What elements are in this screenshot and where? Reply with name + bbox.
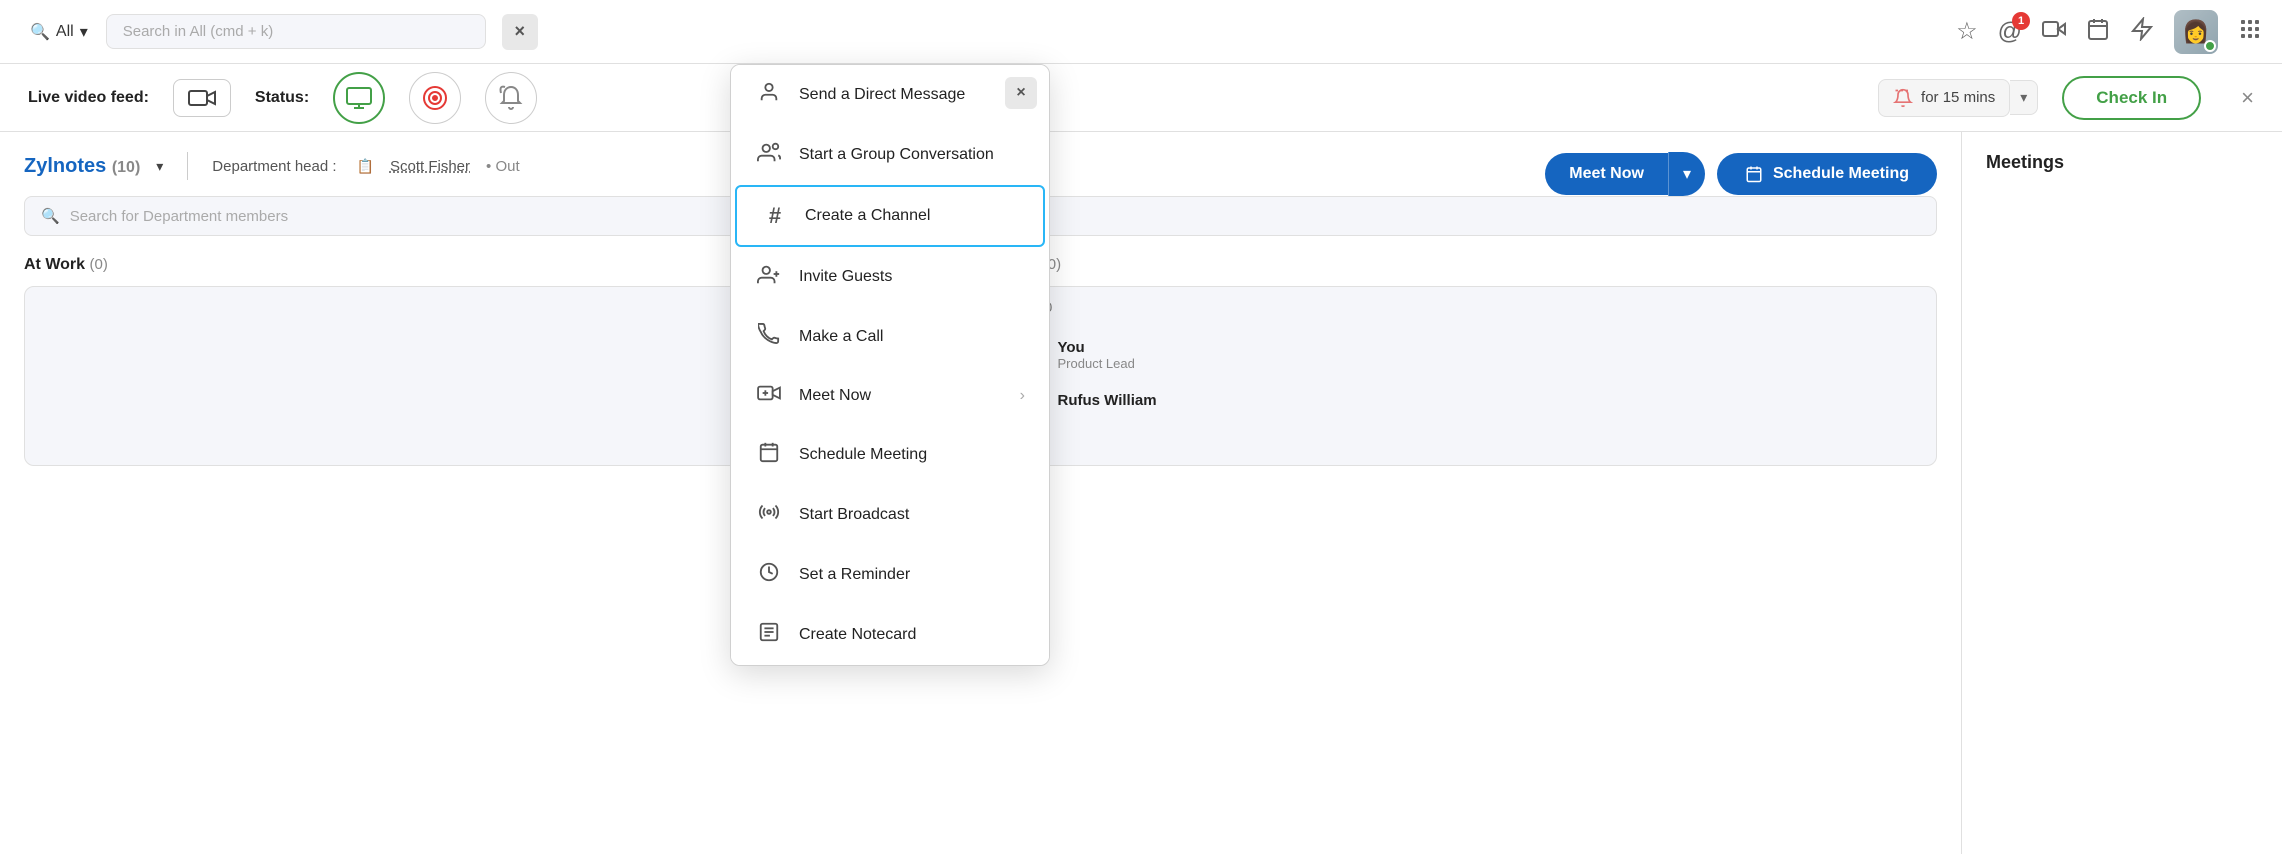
- away-section: Away (10) Out • 10 👩 You Product Lead: [989, 256, 1938, 466]
- status-monitor-button[interactable]: [333, 72, 385, 124]
- away-box: Out • 10 👩 You Product Lead: [989, 286, 1938, 466]
- dept-head-status: • Out: [486, 158, 520, 175]
- menu-item-schedule-meeting[interactable]: Schedule Meeting: [731, 425, 1049, 485]
- status-label: Status:: [255, 89, 309, 107]
- status-bell-button[interactable]: [485, 72, 537, 124]
- member-role-you: Product Lead: [1058, 356, 1925, 371]
- search-area: 🔍 All ▾ Search in All (cmd + k): [20, 14, 486, 49]
- menu-label-direct-message: Send a Direct Message: [799, 86, 965, 104]
- at-icon[interactable]: @ 1: [1998, 18, 2022, 46]
- meet-schedule-row: Meet Now ▾ Schedule Meeting: [1545, 152, 1937, 196]
- menu-label-schedule-meeting: Schedule Meeting: [799, 446, 927, 464]
- avatar-online-indicator: [2204, 40, 2216, 52]
- hash-icon: #: [761, 203, 789, 229]
- search-placeholder: Search in All (cmd + k): [123, 23, 273, 40]
- camera-icon[interactable]: [2042, 17, 2066, 47]
- notecard-icon: [755, 621, 783, 649]
- menu-item-invite-guests[interactable]: Invite Guests: [731, 247, 1049, 307]
- live-video-label: Live video feed:: [28, 89, 149, 107]
- menu-label-group-conversation: Start a Group Conversation: [799, 146, 994, 164]
- menu-label-create-channel: Create a Channel: [805, 207, 930, 225]
- dropdown-arrow-icon: ▾: [80, 22, 88, 42]
- checkin-button[interactable]: Check In: [2062, 76, 2201, 120]
- dropdown-menu: × Send a Direct Message Start a Group Co…: [730, 64, 1050, 666]
- dept-head-name[interactable]: Scott Fisher: [390, 158, 470, 175]
- menu-item-set-reminder[interactable]: Set a Reminder: [731, 545, 1049, 605]
- calendar-menu-icon: [755, 441, 783, 469]
- menu-item-start-broadcast[interactable]: Start Broadcast: [731, 485, 1049, 545]
- meet-now-arrow-icon: ›: [1020, 387, 1025, 405]
- menu-label-meet-now: Meet Now: [799, 387, 871, 405]
- video-plus-icon: [755, 383, 783, 409]
- meetings-header: Meetings: [1986, 152, 2258, 173]
- user-avatar[interactable]: 👩: [2174, 10, 2218, 54]
- person-icon: [755, 81, 783, 109]
- people-icon: [755, 141, 783, 169]
- header-bar: 🔍 All ▾ Search in All (cmd + k) × ☆ @ 1: [0, 0, 2282, 64]
- meetings-section: Meetings: [1962, 132, 2282, 854]
- header-icons: ☆ @ 1 👩: [1956, 10, 2262, 54]
- meet-now-dropdown-button[interactable]: ▾: [1668, 152, 1705, 196]
- menu-close-button[interactable]: ×: [1005, 77, 1037, 109]
- snooze-button[interactable]: for 15 mins: [1878, 79, 2010, 117]
- dept-search-icon: 🔍: [41, 207, 60, 225]
- member-name-rufus: Rufus William: [1058, 392, 1925, 409]
- all-dropdown[interactable]: 🔍 All ▾: [20, 16, 98, 48]
- menu-label-create-notecard: Create Notecard: [799, 626, 916, 644]
- dept-search-placeholder: Search for Department members: [70, 208, 288, 225]
- person-plus-icon: [755, 263, 783, 291]
- away-subheader: Out • 10: [1002, 299, 1925, 315]
- member-info-you: You Product Lead: [1058, 339, 1925, 371]
- snooze-area: for 15 mins ▾: [1878, 79, 2038, 117]
- close-panel-button[interactable]: ×: [2241, 85, 2254, 111]
- star-icon[interactable]: ☆: [1956, 17, 1978, 46]
- notification-badge: 1: [2012, 12, 2030, 30]
- reminder-icon: [755, 561, 783, 589]
- away-header: Away (10): [989, 256, 1938, 274]
- snooze-dropdown-arrow[interactable]: ▾: [2010, 80, 2038, 115]
- menu-item-direct-message[interactable]: Send a Direct Message: [731, 65, 1049, 125]
- member-info-rufus: Rufus William: [1058, 392, 1925, 409]
- menu-item-meet-now[interactable]: Meet Now ›: [731, 367, 1049, 425]
- menu-label-make-call: Make a Call: [799, 328, 883, 346]
- department-name[interactable]: Zylnotes (10): [24, 155, 140, 178]
- status-target-button[interactable]: [409, 72, 461, 124]
- dept-divider: [187, 152, 188, 180]
- calendar-icon[interactable]: [2086, 17, 2110, 47]
- all-label: All: [56, 23, 74, 41]
- schedule-meeting-button[interactable]: Schedule Meeting: [1717, 153, 1937, 195]
- member-row-2: 👦 Rufus William: [1002, 385, 1925, 415]
- menu-label-invite-guests: Invite Guests: [799, 268, 892, 286]
- menu-item-group-conversation[interactable]: Start a Group Conversation: [731, 125, 1049, 185]
- main-content: Zylnotes (10) ▾ Department head : 📋 Scot…: [0, 132, 2282, 854]
- menu-item-make-call[interactable]: Make a Call: [731, 307, 1049, 367]
- menu-item-create-channel[interactable]: # Create a Channel: [735, 185, 1045, 247]
- member-row: 👩 You Product Lead: [1002, 325, 1925, 385]
- snooze-label: for 15 mins: [1921, 89, 1995, 106]
- phone-icon: [755, 323, 783, 351]
- menu-label-start-broadcast: Start Broadcast: [799, 506, 909, 524]
- second-bar: Live video feed: Status: for 15 mins: [0, 64, 2282, 132]
- broadcast-icon: [755, 501, 783, 529]
- search-input-box[interactable]: Search in All (cmd + k): [106, 14, 486, 49]
- member-name-you: You: [1058, 339, 1925, 356]
- menu-label-set-reminder: Set a Reminder: [799, 566, 910, 584]
- dept-head-label: Department head :: [212, 158, 336, 175]
- menu-item-create-notecard[interactable]: Create Notecard: [731, 605, 1049, 665]
- video-feed-button[interactable]: [173, 79, 231, 117]
- lightning-icon[interactable]: [2130, 17, 2154, 47]
- search-icon: 🔍: [30, 22, 50, 42]
- grid-icon[interactable]: [2238, 17, 2262, 47]
- meet-now-button[interactable]: Meet Now: [1545, 153, 1668, 195]
- dept-dropdown-arrow[interactable]: ▾: [156, 158, 163, 175]
- search-close-button[interactable]: ×: [502, 14, 538, 50]
